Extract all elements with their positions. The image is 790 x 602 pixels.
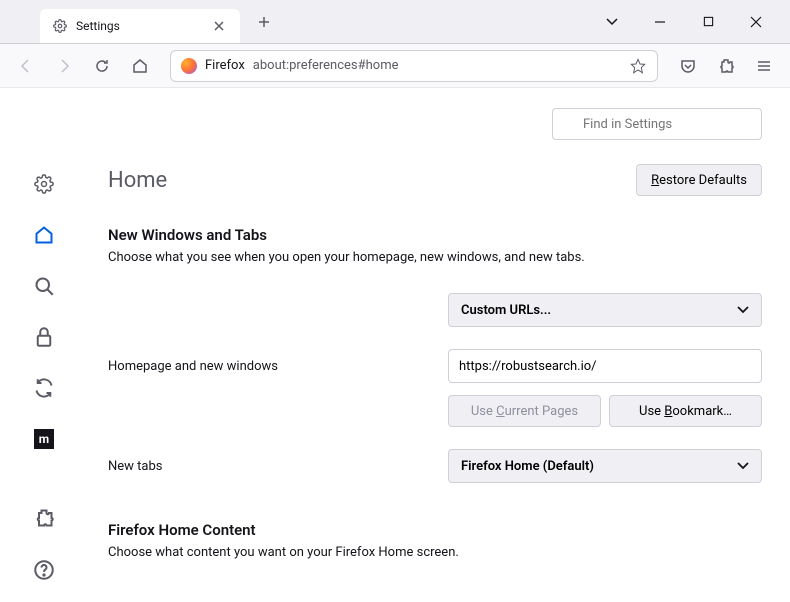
extensions-button[interactable] <box>710 50 742 82</box>
tabs-dropdown-button[interactable] <box>598 8 626 36</box>
browser-tab[interactable]: Settings <box>40 9 240 43</box>
back-button[interactable] <box>10 50 42 82</box>
m-icon: m <box>34 429 54 449</box>
urlbar-label: Firefox <box>205 58 245 73</box>
use-bookmark-button[interactable]: Use Bookmark… <box>609 395 762 427</box>
pocket-button[interactable] <box>672 50 704 82</box>
bookmark-star-icon[interactable] <box>629 58 647 74</box>
home-button[interactable] <box>124 50 156 82</box>
sidebar-item-general[interactable] <box>32 173 56 196</box>
restore-defaults-button[interactable]: Restore Defaults <box>636 164 762 196</box>
firefox-logo-icon <box>181 58 197 74</box>
url-bar[interactable]: Firefox about:preferences#home <box>170 50 658 82</box>
gear-icon <box>52 18 68 34</box>
sidebar-item-sync[interactable] <box>32 376 56 399</box>
close-tab-button[interactable] <box>210 17 228 35</box>
minimize-button[interactable] <box>646 8 674 36</box>
page-title: Home <box>108 168 167 193</box>
tab-title: Settings <box>76 19 120 33</box>
sidebar-item-home[interactable] <box>32 224 56 247</box>
sidebar-item-help[interactable] <box>32 558 56 582</box>
new-tab-button[interactable] <box>250 8 278 36</box>
sidebar-item-extensions[interactable] <box>32 506 56 530</box>
new-tabs-select-value: Firefox Home (Default) <box>461 459 594 474</box>
forward-button[interactable] <box>48 50 80 82</box>
new-tabs-select[interactable]: Firefox Home (Default) <box>448 449 762 483</box>
homepage-mode-select[interactable]: Custom URLs... <box>448 293 762 327</box>
new-tabs-label: New tabs <box>108 459 448 474</box>
sidebar-item-more[interactable]: m <box>32 427 56 450</box>
sidebar-item-privacy[interactable] <box>32 325 56 348</box>
settings-sidebar: m <box>0 88 88 602</box>
homepage-select-value: Custom URLs... <box>461 303 551 318</box>
chevron-down-icon <box>737 462 749 470</box>
sidebar-item-search[interactable] <box>32 275 56 298</box>
section-desc-new-windows: Choose what you see when you open your h… <box>108 250 762 265</box>
urlbar-url: about:preferences#home <box>253 58 399 73</box>
chevron-down-icon <box>737 306 749 314</box>
section-desc-home-content: Choose what content you want on your Fir… <box>108 545 762 560</box>
maximize-button[interactable] <box>694 8 722 36</box>
homepage-url-input[interactable] <box>448 349 762 383</box>
reload-button[interactable] <box>86 50 118 82</box>
section-title-home-content: Firefox Home Content <box>108 521 762 539</box>
find-in-settings-input[interactable] <box>552 108 762 140</box>
menu-button[interactable] <box>748 50 780 82</box>
close-window-button[interactable] <box>742 8 770 36</box>
homepage-label: Homepage and new windows <box>108 359 448 374</box>
use-current-pages-button[interactable]: Use Current Pages <box>448 395 601 427</box>
section-title-new-windows: New Windows and Tabs <box>108 226 762 244</box>
